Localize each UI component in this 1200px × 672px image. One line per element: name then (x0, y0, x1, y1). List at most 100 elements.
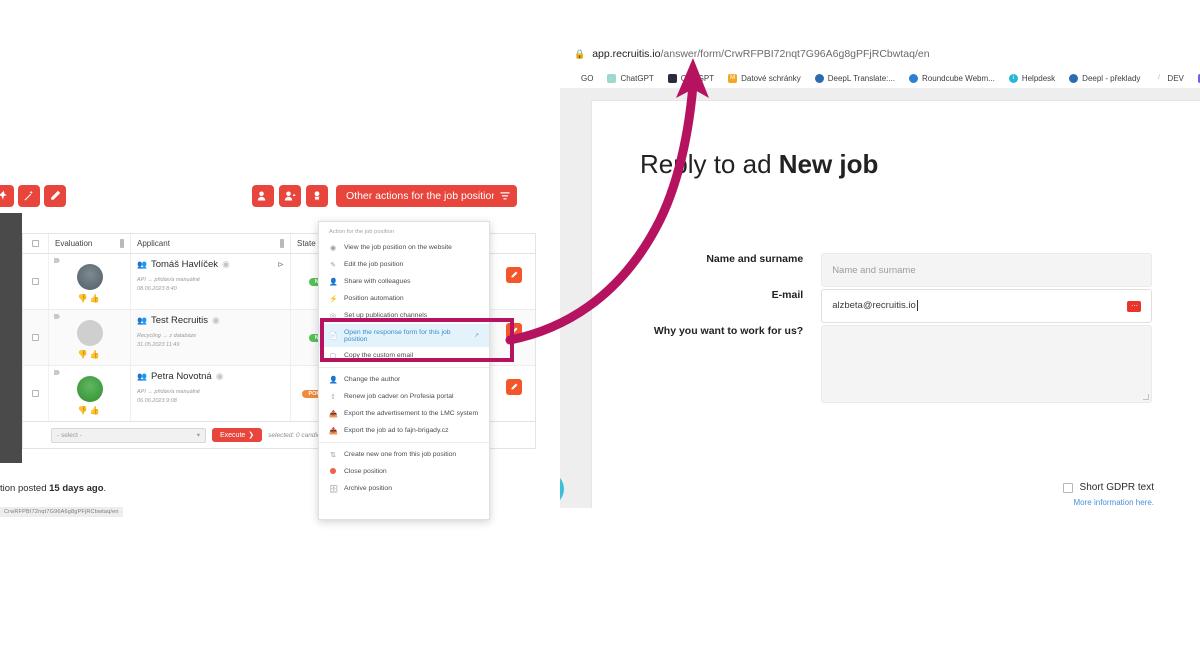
applicant-name[interactable]: Test Recruitis (151, 315, 208, 326)
evaluation-thumbs[interactable]: 👎👍 (78, 350, 102, 359)
name-input[interactable]: Name and surname (821, 253, 1152, 287)
menu-item-label: View the job position on the website (344, 244, 452, 251)
menu-item-renew-profesia[interactable]: ⇧ Renew job cadver on Profesia portal (319, 388, 489, 405)
bookmark-roundcube[interactable]: Roundcube Webm... (902, 73, 1002, 83)
menu-item-archive-position[interactable]: 🗄 Archive position (319, 480, 489, 497)
edit-row-button[interactable] (506, 323, 522, 339)
datove-schranky-icon: M (728, 73, 738, 83)
row-select-cell[interactable] (23, 366, 49, 421)
bookmark-str[interactable]: Str (1191, 73, 1200, 83)
user-plus-icon-button[interactable] (279, 185, 301, 207)
status-dot-icon: ◉ (211, 315, 220, 325)
pin-icon-button[interactable] (0, 185, 14, 207)
external-link-icon: ↗ (473, 333, 479, 339)
form-icon: 📄 (329, 332, 338, 340)
row-checkbox[interactable] (32, 390, 39, 397)
field-row-name: Name and surname Name and surname (592, 253, 1152, 287)
pencil-icon-button[interactable] (44, 185, 66, 207)
resize-handle-icon[interactable] (1143, 394, 1149, 400)
field-row-motivation: Why you want to work for us? (592, 325, 1152, 403)
broadcast-icon: ◎ (329, 312, 337, 320)
url-text: app.recruitis.io/answer/form/CrwRFPBI72n… (592, 48, 929, 60)
menu-item-label: Edit the job position (344, 261, 404, 268)
row-select-cell[interactable] (23, 310, 49, 365)
select-all-checkbox[interactable] (32, 240, 39, 247)
close-circle-icon (329, 467, 337, 476)
menu-item-share-colleagues[interactable]: 👤 Share with colleagues (319, 273, 489, 290)
user-share-icon: 👤 (329, 278, 338, 286)
row-edit-buttons (500, 253, 536, 421)
browser-address-bar[interactable]: 🔒 app.recruitis.io/answer/form/CrwRFPBI7… (560, 40, 1200, 68)
execute-button[interactable]: Execute ❯ (212, 428, 263, 442)
evaluation-thumbs[interactable]: 👎👍 (78, 406, 102, 415)
bolt-icon: ⚡ (329, 295, 338, 303)
menu-item-position-automation[interactable]: ⚡ Position automation (319, 290, 489, 307)
posted-suffix: . (103, 483, 107, 494)
menu-item-view-job[interactable]: ◉ View the job position on the website (319, 239, 489, 256)
gdpr-checkbox-row[interactable]: Short GDPR text (1062, 482, 1154, 493)
eye-icon: ◉ (329, 244, 337, 252)
reply-form-card: Reply to ad New job Name and surname Nam… (592, 101, 1200, 508)
applicant-date: 31.05.2023 11:49 (137, 341, 180, 348)
bulk-action-select[interactable]: - select - ▾ (51, 427, 206, 443)
other-actions-button[interactable]: Other actions for the job position ▾ (336, 185, 518, 207)
menu-item-export-fajn-brigady[interactable]: 📤 Export the job ad to fajn-brigady.cz (319, 422, 489, 439)
row-checkbox[interactable] (32, 334, 39, 341)
bookmarks-bar: GO ChatGPT ChatGPT M Datové schránky Deep… (560, 68, 1200, 88)
email-field[interactable]: alzbeta@recruitis.io ⋯ (821, 289, 1152, 323)
user-minus-icon-button[interactable] (252, 185, 274, 207)
other-actions-dropdown-menu: Action for the job position ◉ View the jo… (318, 221, 490, 520)
share-icon[interactable]: ⊳ (277, 260, 284, 269)
password-manager-icon[interactable]: ⋯ (1127, 300, 1141, 312)
email-value: alzbeta@recruitis.io (832, 300, 918, 312)
motivation-textarea[interactable] (821, 325, 1152, 403)
export-icon: 📤 (329, 427, 338, 435)
row-select-cell[interactable] (23, 254, 49, 309)
applicant-name[interactable]: Petra Novotná (151, 371, 212, 382)
chatgpt-dark-icon (667, 73, 677, 83)
bookmark-chatgpt[interactable]: ChatGPT (600, 73, 660, 83)
menu-item-export-lmc[interactable]: 📤 Export the advertisement to the LMC sys… (319, 405, 489, 422)
page-title-job: New job (778, 149, 879, 179)
row-checkbox[interactable] (32, 278, 39, 285)
text-caret (916, 300, 918, 312)
email-text: alzbeta@recruitis.io (832, 300, 916, 312)
user-star-icon-button[interactable] (306, 185, 328, 207)
menu-item-publication-channels[interactable]: ◎ Set up publication channels (319, 307, 489, 324)
bookmark-dev[interactable]: / DEV (1147, 74, 1190, 83)
menu-item-change-author[interactable]: 👤 Change the author (319, 371, 489, 388)
applicant-name[interactable]: Tomáš Havlíček (151, 259, 218, 270)
chevron-down-icon: ▾ (196, 432, 200, 439)
bookmark-label: GO (581, 73, 594, 83)
menu-item-open-response-form[interactable]: 📄 Open the response form for this job pos… (319, 324, 489, 347)
select-all-header[interactable] (23, 234, 49, 253)
bookmark-deepl-preklady[interactable]: Deepl - překlady (1062, 73, 1147, 83)
sort-icon[interactable] (120, 239, 124, 248)
gdpr-checkbox[interactable] (1062, 482, 1073, 493)
other-actions-label: Other actions for the job position (346, 190, 498, 202)
bookmark-deepl-translate[interactable]: DeepL Translate:... (808, 73, 902, 83)
menu-item-create-new-from-position[interactable]: ⇅ Create new one from this job position (319, 446, 489, 463)
bookmark-go[interactable]: GO (574, 74, 600, 83)
edit-row-button[interactable] (506, 267, 522, 283)
magic-wand-icon-button[interactable] (18, 185, 40, 207)
column-header-evaluation[interactable]: Evaluation (49, 234, 131, 253)
menu-item-edit-job[interactable]: ✎ Edit the job position (319, 256, 489, 273)
email-field-label: E-mail (771, 289, 804, 301)
column-header-applicant[interactable]: Applicant (131, 234, 291, 253)
bookmark-datove-schranky[interactable]: M Datové schránky (721, 73, 808, 83)
evaluation-thumbs[interactable]: 👎👍 (78, 294, 102, 303)
bookmark-chatgpt-dark[interactable]: ChatGPT (661, 73, 721, 83)
menu-item-close-position[interactable]: Close position (319, 463, 489, 480)
sort-icon[interactable] (280, 239, 284, 248)
edit-row-button[interactable] (506, 379, 522, 395)
applicant-source: API → přidán/a manuálně (137, 277, 200, 283)
menu-divider (319, 442, 489, 443)
menu-item-copy-custom-email[interactable]: ▢ Copy the custom email (319, 347, 489, 364)
gdpr-more-info-link[interactable]: More information here. (1074, 498, 1154, 507)
page-title-prefix: Reply to ad (640, 149, 779, 179)
pencil-icon: ✎ (330, 261, 336, 269)
bookmark-helpdesk[interactable]: i Helpdesk (1002, 73, 1062, 83)
dropdown-header: Action for the job position (329, 229, 395, 235)
filter-icon-button[interactable] (494, 185, 516, 207)
